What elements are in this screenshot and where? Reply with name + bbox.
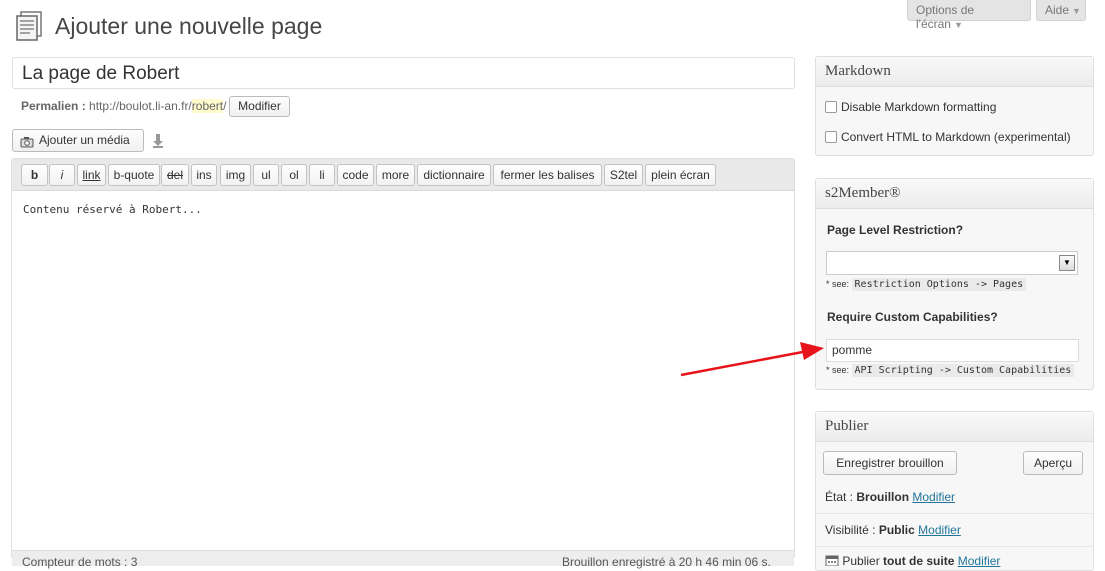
- dropdown-arrow-icon[interactable]: ▼: [1059, 255, 1075, 271]
- visibility-value: Public: [878, 523, 915, 537]
- help-label: Aide: [1045, 3, 1070, 17]
- divider: [816, 546, 1093, 547]
- quicktag-del-button[interactable]: del: [161, 164, 189, 186]
- publish-box-title[interactable]: Publier: [816, 412, 1093, 442]
- quicktag-link-button[interactable]: link: [77, 164, 106, 186]
- restriction-see-note: * see: Restriction Options -> Pages: [826, 278, 1027, 291]
- camera-icon: [20, 134, 34, 148]
- page-title: Ajouter une nouvelle page: [55, 13, 323, 39]
- visibility-row: Visibilité : Public Modifier: [825, 523, 961, 537]
- permalink-label: Permalien :: [21, 99, 86, 113]
- see-prefix: * see:: [826, 365, 850, 375]
- permalink-base: http://boulot.li-an.fr/: [89, 99, 192, 113]
- quicktag-close-tags-button[interactable]: fermer les balises: [493, 164, 602, 186]
- quicktag-s2tel-button[interactable]: S2tel: [604, 164, 643, 186]
- disable-markdown-option[interactable]: Disable Markdown formatting: [825, 100, 996, 114]
- quicktag-more-button[interactable]: more: [376, 164, 415, 186]
- capabilities-note-code: API Scripting -> Custom Capabilities: [851, 364, 1075, 377]
- quicktag-bquote-button[interactable]: b-quote: [108, 164, 160, 186]
- convert-html-label: Convert HTML to Markdown (experimental): [841, 130, 1071, 144]
- capabilities-see-note: * see: API Scripting -> Custom Capabilit…: [826, 364, 1075, 377]
- draft-saved-status: Brouillon enregistré à 20 h 46 min 06 s.: [562, 555, 771, 569]
- chevron-down-icon: ▼: [1072, 6, 1081, 16]
- quicktag-b-button[interactable]: b: [21, 164, 48, 186]
- quicktag-dictionary-button[interactable]: dictionnaire: [417, 164, 491, 186]
- divider: [816, 513, 1093, 514]
- status-label: État :: [825, 490, 854, 504]
- editor-frame: [11, 158, 795, 558]
- quicktag-img-button[interactable]: img: [220, 164, 251, 186]
- quicktag-ul-button[interactable]: ul: [253, 164, 279, 186]
- preview-button[interactable]: Aperçu: [1023, 451, 1083, 475]
- permalink-trail: /: [223, 99, 227, 113]
- post-title-input[interactable]: La page de Robert: [12, 57, 795, 89]
- see-prefix: * see:: [826, 279, 850, 289]
- screen-options-label: Options de l'écran: [916, 3, 975, 31]
- visibility-label: Visibilité :: [825, 523, 876, 537]
- calendar-icon: [825, 554, 839, 567]
- s2member-box-title[interactable]: s2Member®: [816, 179, 1093, 209]
- edit-visibility-link[interactable]: Modifier: [918, 523, 961, 537]
- restriction-note-code: Restriction Options -> Pages: [851, 278, 1027, 291]
- screen-options-button[interactable]: Options de l'écran ▼: [907, 0, 1031, 31]
- word-count: Compteur de mots : 3: [22, 555, 138, 569]
- upload-icon[interactable]: [152, 134, 164, 148]
- convert-html-option[interactable]: Convert HTML to Markdown (experimental): [825, 130, 1071, 144]
- pages-icon: [14, 11, 44, 43]
- restriction-label: Page Level Restriction?: [827, 223, 964, 237]
- permalink: Permalien : http://boulot.li-an.fr/rober…: [21, 99, 226, 113]
- quicktag-ol-button[interactable]: ol: [281, 164, 307, 186]
- quicktag-code-button[interactable]: code: [337, 164, 374, 186]
- quicktag-li-button[interactable]: li: [309, 164, 335, 186]
- status-value: Brouillon: [856, 490, 910, 504]
- quicktag-fullscreen-button[interactable]: plein écran: [645, 164, 716, 186]
- save-draft-button[interactable]: Enregistrer brouillon: [823, 451, 957, 475]
- restriction-select[interactable]: [826, 251, 1078, 275]
- chevron-down-icon: ▼: [953, 20, 963, 30]
- capabilities-label: Require Custom Capabilities?: [827, 310, 998, 324]
- disable-markdown-label: Disable Markdown formatting: [841, 100, 997, 114]
- quicktag-i-button[interactable]: i: [49, 164, 75, 186]
- edit-status-link[interactable]: Modifier: [912, 490, 955, 504]
- custom-capabilities-input[interactable]: pomme: [826, 339, 1079, 362]
- status-row: État : Brouillon Modifier: [825, 490, 955, 504]
- add-media-button[interactable]: Ajouter un média: [12, 129, 144, 152]
- help-button[interactable]: Aide ▼: [1036, 0, 1086, 21]
- markdown-box-title[interactable]: Markdown: [816, 57, 1093, 87]
- convert-html-checkbox[interactable]: [825, 131, 837, 143]
- permalink-slug[interactable]: robert: [191, 99, 224, 113]
- edit-permalink-button[interactable]: Modifier: [229, 96, 290, 117]
- quicktag-ins-button[interactable]: ins: [191, 164, 217, 186]
- editor-content[interactable]: Contenu réservé à Robert...: [23, 203, 202, 216]
- add-media-label: Ajouter un média: [39, 133, 130, 147]
- disable-markdown-checkbox[interactable]: [825, 101, 837, 113]
